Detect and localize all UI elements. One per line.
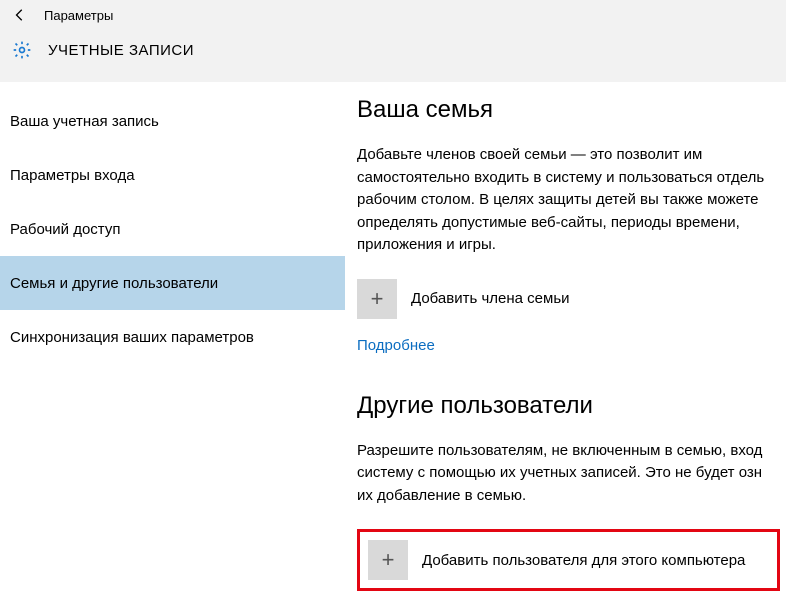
- plus-icon: +: [357, 279, 397, 319]
- plus-icon: +: [368, 540, 408, 580]
- sidebar-item-family[interactable]: Семья и другие пользователи: [0, 256, 345, 310]
- page-header: УЧЕТНЫЕ ЗАПИСИ: [0, 30, 786, 82]
- page-title: УЧЕТНЫЕ ЗАПИСИ: [48, 42, 194, 59]
- sidebar-item-sync[interactable]: Синхронизация ваших параметров: [0, 310, 345, 364]
- add-family-label: Добавить члена семьи: [411, 290, 570, 307]
- others-text: Разрешите пользователям, не включенным в…: [357, 440, 780, 508]
- window-title: Параметры: [44, 8, 113, 23]
- sidebar-item-label: Семья и другие пользователи: [10, 275, 218, 292]
- highlight-box: + Добавить пользователя для этого компью…: [357, 529, 780, 591]
- body: Ваша учетная запись Параметры входа Рабо…: [0, 82, 786, 614]
- family-text: Добавьте членов своей семьи — это позвол…: [357, 144, 780, 257]
- sidebar-item-account[interactable]: Ваша учетная запись: [0, 94, 345, 148]
- family-title: Ваша семья: [357, 96, 780, 124]
- add-family-member[interactable]: + Добавить члена семьи: [357, 279, 780, 319]
- content: Ваша семья Добавьте членов своей семьи —…: [345, 82, 786, 614]
- gear-icon: [10, 38, 34, 62]
- others-title: Другие пользователи: [357, 392, 780, 420]
- sidebar-item-work-access[interactable]: Рабочий доступ: [0, 202, 345, 256]
- learn-more-link[interactable]: Подробнее: [357, 337, 435, 354]
- sidebar-item-label: Синхронизация ваших параметров: [10, 329, 254, 346]
- sidebar-item-label: Рабочий доступ: [10, 221, 120, 238]
- back-button[interactable]: [8, 3, 32, 27]
- sidebar-item-label: Параметры входа: [10, 167, 135, 184]
- add-other-user[interactable]: + Добавить пользователя для этого компью…: [368, 540, 769, 580]
- sidebar-item-signin[interactable]: Параметры входа: [0, 148, 345, 202]
- sidebar-item-label: Ваша учетная запись: [10, 113, 159, 130]
- add-other-label: Добавить пользователя для этого компьюте…: [422, 552, 745, 569]
- sidebar: Ваша учетная запись Параметры входа Рабо…: [0, 82, 345, 614]
- titlebar: Параметры: [0, 0, 786, 30]
